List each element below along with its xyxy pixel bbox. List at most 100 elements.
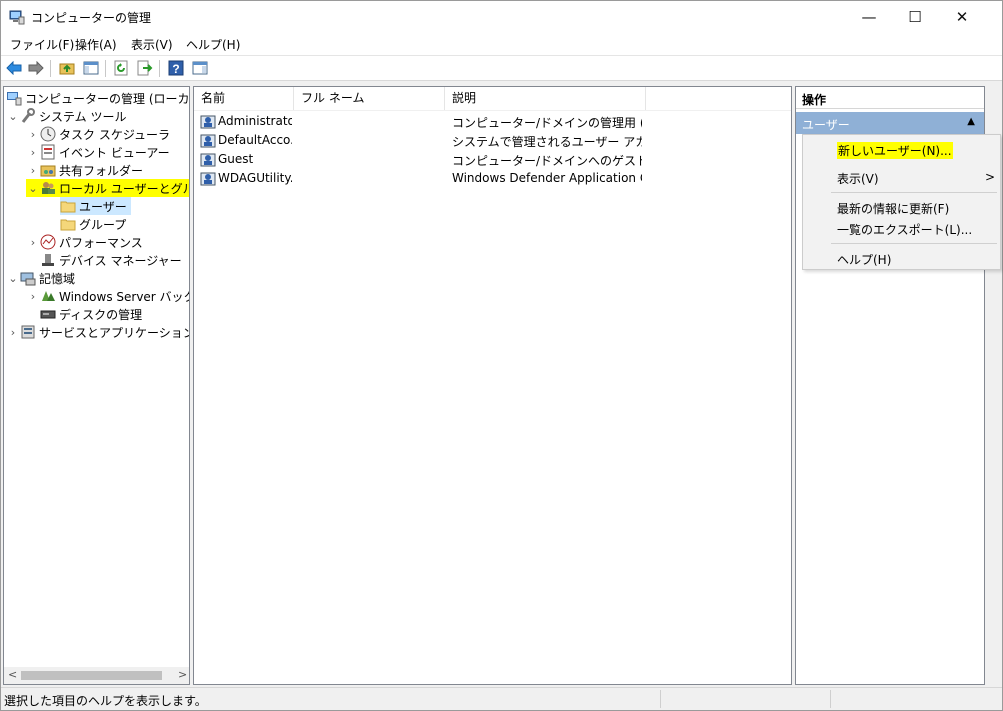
menu-item-export-list[interactable]: 一覧のエクスポート(L)...: [803, 218, 1000, 239]
tree-label: パフォーマンス: [59, 235, 143, 250]
chevron-right-icon[interactable]: ›: [26, 164, 40, 177]
scrollbar-thumb[interactable]: [21, 671, 162, 680]
title-bar: コンピューターの管理 — ☐ ✕: [1, 1, 1002, 33]
close-button[interactable]: ✕: [939, 1, 985, 33]
storage-icon: [20, 272, 36, 286]
chevron-right-icon[interactable]: ›: [26, 146, 40, 159]
menu-file[interactable]: ファイル(F): [10, 36, 74, 53]
column-header-full-name[interactable]: フル ネーム: [294, 87, 445, 110]
computer-management-window: コンピューターの管理 — ☐ ✕ ファイル(F) 操作(A) 表示(V) ヘルプ…: [0, 0, 1003, 711]
collapse-triangle-icon[interactable]: ▲: [967, 116, 975, 127]
cell-name: WDAGUtility...: [218, 171, 292, 185]
cell-description: システムで管理されるユーザー アカウン...: [452, 135, 642, 149]
tools-icon: [21, 108, 35, 123]
tree-item-users[interactable]: ユーザー: [60, 197, 131, 215]
tree-item-shared-folders[interactable]: › 共有フォルダー: [26, 161, 143, 179]
status-divider: [830, 690, 831, 708]
menu-action[interactable]: 操作(A): [75, 36, 117, 53]
export-list-icon[interactable]: [136, 59, 154, 77]
actions-section-users[interactable]: ユーザー ▲: [796, 112, 984, 134]
tree-item-system-tools[interactable]: ⌄ システム ツール: [6, 107, 126, 125]
users-group-icon: [42, 182, 55, 194]
toolbar-separator: [50, 60, 51, 77]
column-header-description[interactable]: 説明: [445, 87, 646, 110]
actions-section-label: ユーザー: [802, 118, 850, 132]
tree-item-device-manager[interactable]: デバイス マネージャー: [40, 251, 182, 269]
cell-name: Administrator: [218, 114, 292, 128]
refresh-icon[interactable]: [112, 59, 130, 77]
status-bar: 選択した項目のヘルプを表示します。: [1, 687, 1002, 710]
console-tree: コンピューターの管理 (ローカル) ⌄ システム ツール › タスク スケジュー…: [3, 86, 190, 685]
user-icon: [200, 172, 216, 186]
tree-item-local-users-groups[interactable]: ⌄ ローカル ユーザーとグループ: [26, 179, 189, 197]
up-folder-icon[interactable]: [58, 59, 76, 77]
cell-description: コンピューター/ドメインの管理用 (ビルト...: [452, 116, 642, 130]
tree-item-disk-management[interactable]: ディスクの管理: [40, 305, 142, 323]
result-list: 名前 フル ネーム 説明 Administrator コンピューター/ドメインの…: [193, 86, 792, 685]
toolbar-separator: [159, 60, 160, 77]
tree-item-performance[interactable]: › パフォーマンス: [26, 233, 143, 251]
backup-icon: [42, 291, 55, 301]
chevron-down-icon[interactable]: ⌄: [6, 110, 20, 123]
menu-item-refresh[interactable]: 最新の情報に更新(F): [803, 197, 1000, 218]
folder-icon: [60, 219, 76, 231]
cell-name: DefaultAcco...: [218, 133, 292, 147]
status-text: 選択した項目のヘルプを表示します。: [4, 694, 207, 708]
tree-label: システム ツール: [39, 109, 127, 124]
tree-label: 共有フォルダー: [59, 163, 144, 178]
chevron-down-icon[interactable]: ⌄: [26, 182, 40, 195]
cell-name: Guest: [218, 152, 254, 166]
list-header: 名前 フル ネーム 説明: [194, 87, 791, 111]
user-icon: [200, 115, 216, 129]
chevron-right-icon[interactable]: ›: [26, 290, 40, 303]
table-row[interactable]: DefaultAcco... システムで管理されるユーザー アカウン...: [194, 131, 791, 150]
user-icon: [200, 134, 216, 148]
menu-item-view[interactable]: 表示(V) >: [803, 167, 1000, 188]
tree-item-services-apps[interactable]: › サービスとアプリケーション: [6, 323, 189, 341]
scroll-left-icon[interactable]: <: [8, 668, 17, 681]
menu-item-help[interactable]: ヘルプ(H): [803, 248, 1000, 269]
menu-view[interactable]: 表示(V): [131, 36, 173, 53]
tree-item-storage[interactable]: ⌄ 記憶域: [6, 269, 75, 287]
chevron-right-icon[interactable]: ›: [6, 326, 20, 339]
status-divider: [660, 690, 661, 708]
tree-item-event-viewer[interactable]: › イベント ビューアー: [26, 143, 170, 161]
chevron-down-icon[interactable]: ⌄: [6, 272, 20, 285]
shared-folder-icon: [40, 165, 56, 177]
help-icon[interactable]: ?: [167, 59, 185, 77]
tree-label: コンピューターの管理 (ローカル): [25, 91, 190, 106]
tree-label: デバイス マネージャー: [59, 253, 182, 268]
show-hide-tree-icon[interactable]: [82, 59, 100, 77]
scroll-right-icon[interactable]: >: [178, 668, 187, 681]
menu-help[interactable]: ヘルプ(H): [186, 36, 240, 53]
context-menu: 新しいユーザー(N)... 表示(V) > 最新の情報に更新(F) 一覧のエクス…: [802, 134, 1001, 270]
menu-item-label: 新しいユーザー(N)...: [837, 142, 953, 159]
minimize-button[interactable]: —: [846, 1, 892, 33]
table-row[interactable]: Administrator コンピューター/ドメインの管理用 (ビルト...: [194, 112, 791, 131]
show-hide-action-pane-icon[interactable]: [191, 59, 209, 77]
table-row[interactable]: WDAGUtility... Windows Defender Applicat…: [194, 169, 791, 188]
menu-item-label: 一覧のエクスポート(L)...: [837, 223, 973, 237]
cell-description: コンピューター/ドメインへのゲスト アクセ...: [452, 154, 642, 168]
tree-label: Windows Server バックア: [59, 289, 189, 304]
event-log-icon: [41, 144, 55, 160]
column-header-name[interactable]: 名前: [194, 87, 294, 110]
tree-label: ローカル ユーザーとグループ: [59, 181, 189, 196]
services-icon: [21, 325, 35, 339]
tree-item-groups[interactable]: グループ: [60, 215, 126, 233]
menu-item-new-user[interactable]: 新しいユーザー(N)...: [803, 139, 1000, 160]
tree-horizontal-scrollbar[interactable]: < >: [4, 667, 189, 684]
back-arrow-icon[interactable]: [5, 59, 23, 77]
tree-label: グループ: [79, 217, 127, 232]
computer-management-icon: [9, 10, 25, 25]
forward-arrow-icon[interactable]: [27, 59, 45, 77]
chevron-right-icon[interactable]: ›: [26, 236, 40, 249]
table-row[interactable]: Guest コンピューター/ドメインへのゲスト アクセ...: [194, 150, 791, 169]
folder-icon: [60, 201, 76, 213]
tree-item-root[interactable]: コンピューターの管理 (ローカル): [6, 89, 190, 107]
tree-item-task-scheduler[interactable]: › タスク スケジューラ: [26, 125, 170, 143]
tree-item-windows-server-backup[interactable]: › Windows Server バックア: [26, 287, 189, 305]
chevron-right-icon[interactable]: ›: [26, 128, 40, 141]
maximize-button[interactable]: ☐: [892, 1, 938, 33]
disk-icon: [40, 310, 56, 319]
